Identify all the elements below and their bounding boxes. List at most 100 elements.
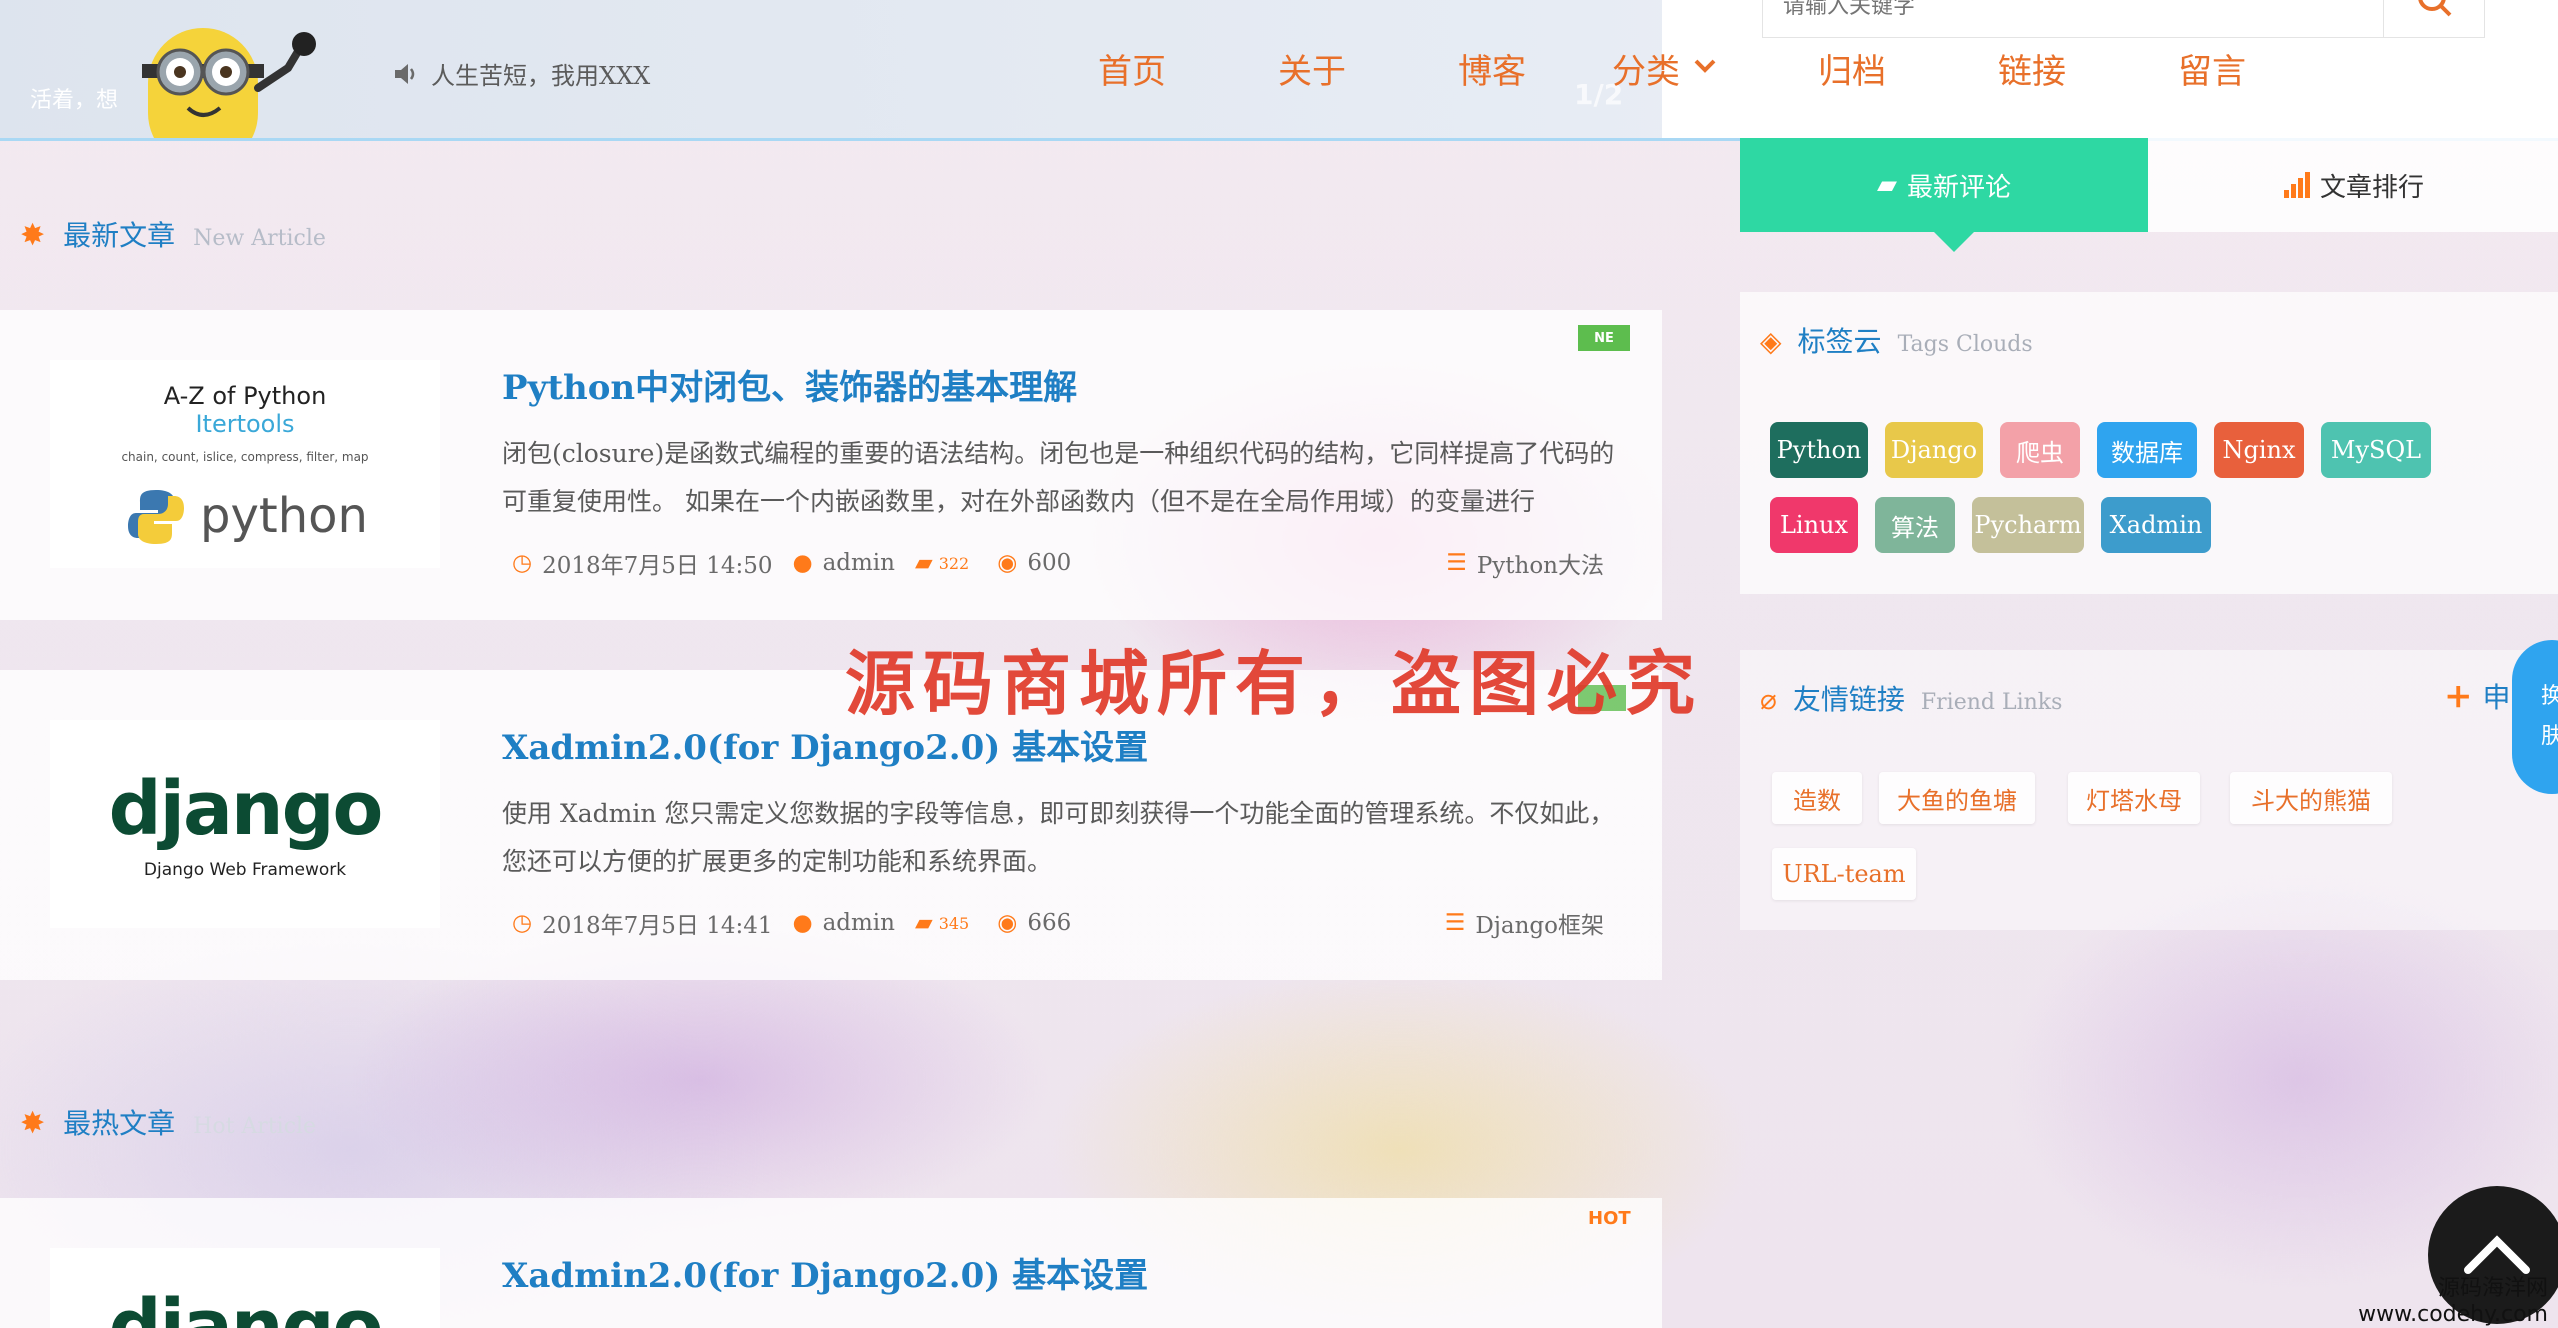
- eye-icon: ◉: [997, 910, 1018, 936]
- thumb-logo-text: python: [200, 488, 368, 544]
- thumb-heading: A-Z of Python: [163, 382, 327, 410]
- skin-label-2: 肤: [2540, 724, 2558, 749]
- panel-title: 友情链接: [1792, 683, 1905, 716]
- article-title[interactable]: Xadmin2.0(for Django2.0) 基本设置: [502, 1248, 1148, 1297]
- user-icon: ●: [792, 550, 813, 576]
- watermark-text: 源码商城所有，盗图必究: [845, 643, 1703, 725]
- tag-xadmin[interactable]: Xadmin: [2101, 497, 2211, 553]
- nav-links[interactable]: 链接: [1998, 44, 2066, 93]
- article-date: 2018年7月5日 14:50: [542, 553, 773, 579]
- tag-django[interactable]: Django: [1885, 422, 1983, 478]
- user-icon: ●: [792, 910, 813, 936]
- tag-cloud-panel: ◈ 标签云 Tags Clouds Python Django 爬虫 数据库 N…: [1740, 292, 2558, 594]
- tab-label: 文章排行: [2319, 172, 2424, 203]
- sun-icon: ✸: [20, 218, 46, 253]
- search-box: [1762, 0, 2384, 38]
- nav-home[interactable]: 首页: [1098, 44, 1166, 93]
- article-thumbnail[interactable]: A-Z of Python Itertools chain, count, is…: [50, 360, 440, 568]
- tag-nginx[interactable]: Nginx: [2214, 422, 2304, 478]
- tag-cloud-heading: ◈ 标签云 Tags Clouds: [1760, 320, 2033, 360]
- bar-chart-icon: [2283, 172, 2310, 198]
- comment-icon: ▰: [914, 910, 933, 936]
- apply-link-label: 申: [2482, 681, 2511, 714]
- tag-icon: ◈: [1760, 325, 1782, 358]
- comment-count: 322: [938, 553, 970, 573]
- section-subtitle: Hot Article: [193, 1114, 317, 1139]
- hot-badge: HOT: [1588, 1208, 1631, 1229]
- nav-about[interactable]: 关于: [1278, 44, 1346, 93]
- friend-link[interactable]: 造数: [1772, 772, 1862, 824]
- thumb-logo-text: django: [108, 766, 384, 852]
- article-category[interactable]: ☰ Python大法: [1446, 546, 1604, 580]
- section-subtitle: New Article: [193, 226, 326, 251]
- tab-article-ranking[interactable]: 文章排行: [2148, 138, 2558, 232]
- plus-icon: +: [2444, 676, 2473, 716]
- tag-algorithm[interactable]: 算法: [1875, 497, 1955, 553]
- article-meta: ◷ 2018年7月5日 14:50 ● admin ▰ 322 ◉ 600: [512, 546, 1071, 580]
- article-date: 2018年7月5日 14:41: [542, 913, 773, 939]
- tag-linux[interactable]: Linux: [1770, 497, 1858, 553]
- article-thumbnail[interactable]: django Django Web Framework: [50, 720, 440, 928]
- article-card: A-Z of Python Itertools chain, count, is…: [0, 310, 1662, 620]
- tag-mysql[interactable]: MySQL: [2321, 422, 2431, 478]
- eye-icon: ◉: [997, 550, 1018, 576]
- nav-message[interactable]: 留言: [2178, 44, 2246, 93]
- article-thumbnail[interactable]: django: [50, 1248, 440, 1328]
- clock-icon: ◷: [512, 910, 533, 936]
- thumb-caption: chain, count, islice, compress, filter, …: [121, 450, 369, 464]
- site-header: 活着，想 人生苦短，我用XXX 1/2 首页 关于 博客 分类: [0, 0, 2558, 141]
- corner-line-2: www.codehy.com: [2358, 1302, 2548, 1327]
- corner-line-1: 源码海洋网: [2437, 1276, 2548, 1301]
- paperclip-icon: ⌀: [1760, 683, 1777, 716]
- article-author[interactable]: admin: [823, 550, 895, 576]
- search-input[interactable]: [1763, 0, 2363, 31]
- chevron-down-icon[interactable]: [1694, 58, 1716, 74]
- friend-link[interactable]: 灯塔水母: [2068, 772, 2200, 824]
- tag-spider[interactable]: 爬虫: [2000, 422, 2080, 478]
- article-meta: ◷ 2018年7月5日 14:41 ● admin ▰ 345 ◉ 666: [512, 906, 1071, 940]
- article-card: django HOT Xadmin2.0(for Django2.0) 基本设置: [0, 1198, 1662, 1328]
- panel-title: 标签云: [1797, 325, 1882, 358]
- view-count: 600: [1027, 550, 1072, 576]
- change-skin-button[interactable]: 换 肤: [2512, 640, 2558, 794]
- python-logo-icon: [128, 490, 184, 544]
- clock-icon: ◷: [512, 550, 533, 576]
- article-title[interactable]: Python中对闭包、装饰器的基本理解: [502, 360, 1077, 409]
- friend-link[interactable]: 大鱼的鱼塘: [1879, 772, 2035, 824]
- nav-blog[interactable]: 博客: [1458, 44, 1526, 93]
- comment-icon: ▰: [914, 550, 933, 576]
- thumb-caption: Django Web Framework: [143, 860, 347, 880]
- category-label: Django框架: [1475, 913, 1604, 939]
- article-summary: 闭包(closure)是函数式编程的重要的语法结构。闭包也是一种组织代码的结构，…: [502, 439, 1615, 516]
- list-icon: ☰: [1446, 550, 1467, 576]
- tab-latest-comments[interactable]: ▰ 最新评论: [1740, 138, 2148, 252]
- tag-pycharm[interactable]: Pycharm: [1972, 497, 2084, 553]
- section-title: 最热文章: [63, 1107, 176, 1140]
- thumb-subheading: Itertools: [195, 410, 295, 438]
- hot-articles-heading: ✸ 最热文章 Hot Article: [20, 1102, 316, 1142]
- list-icon: ☰: [1444, 910, 1466, 936]
- apply-link-button[interactable]: + 申: [2444, 676, 2511, 716]
- main-nav: 首页 关于 博客 分类 归档 链接 留言: [0, 44, 2558, 94]
- search-button[interactable]: [2383, 0, 2485, 38]
- friend-links-panel: ⌀ 友情链接 Friend Links + 申 造数 大鱼的鱼塘 灯塔水母 斗大…: [1740, 650, 2558, 930]
- friend-link[interactable]: 斗大的熊猫: [2230, 772, 2392, 824]
- article-author[interactable]: admin: [823, 910, 895, 936]
- tag-python[interactable]: Python: [1770, 422, 1868, 478]
- friend-link[interactable]: URL-team: [1772, 848, 1916, 900]
- nav-archive[interactable]: 归档: [1818, 44, 1886, 93]
- comment-count: 345: [938, 913, 970, 933]
- search-icon: [2418, 0, 2452, 17]
- new-articles-heading: ✸ 最新文章 New Article: [20, 214, 326, 254]
- nav-category[interactable]: 分类: [1612, 44, 1680, 93]
- tag-database[interactable]: 数据库: [2097, 422, 2197, 478]
- tab-label: 最新评论: [1906, 172, 2011, 203]
- skin-label-1: 换: [2540, 684, 2558, 709]
- sun-icon: ✸: [20, 1106, 46, 1141]
- article-category[interactable]: ☰ Django框架: [1445, 906, 1604, 940]
- site-watermark-corner: 源码海洋网 www.codehy.com: [2358, 1270, 2548, 1327]
- panel-subtitle: Tags Clouds: [1897, 332, 2033, 357]
- article-summary: 使用 Xadmin 您只需定义您数据的字段等信息，即可即刻获得一个功能全面的管理…: [502, 799, 1615, 876]
- new-badge: NE: [1578, 325, 1630, 351]
- panel-subtitle: Friend Links: [1920, 690, 2063, 715]
